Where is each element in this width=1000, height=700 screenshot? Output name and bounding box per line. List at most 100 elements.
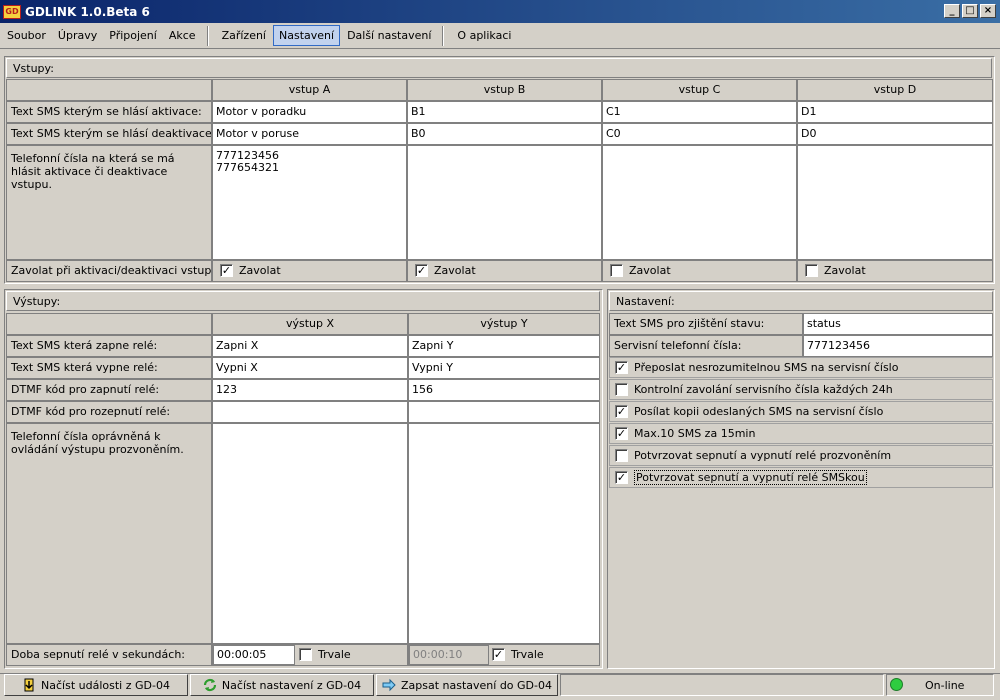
deactivation-input-c[interactable]: C0 xyxy=(602,123,797,145)
inputs-header-blank xyxy=(6,79,212,101)
activation-input-a[interactable]: Motor v poradku xyxy=(212,101,407,123)
call-checkbox-c[interactable]: Zavolat xyxy=(610,264,671,277)
call-checkbox-d[interactable]: Zavolat xyxy=(805,264,866,277)
dtmf-on-input-y[interactable]: 156 xyxy=(408,379,600,401)
column-header-vystup-y: výstup Y xyxy=(408,313,600,335)
option-control-call[interactable]: Kontrolní zavolání servisního čísla každ… xyxy=(609,379,993,400)
write-settings-button[interactable]: Zapsat nastavení do GD-04 xyxy=(376,674,558,696)
activation-input-b[interactable]: B1 xyxy=(407,101,602,123)
checkbox-icon xyxy=(615,383,628,396)
column-header-vstup-c: vstup C xyxy=(602,79,797,101)
close-button[interactable]: × xyxy=(980,4,996,18)
dtmf-on-input-x[interactable]: 123 xyxy=(212,379,408,401)
on-sms-input-x[interactable]: Zapni X xyxy=(212,335,408,357)
permanent-checkbox-y[interactable]: ✓ Trvale xyxy=(492,648,544,661)
checkbox-icon: ✓ xyxy=(615,405,628,418)
option-confirm-sms[interactable]: ✓ Potvrzovat sepnutí a vypnutí relé SMSk… xyxy=(609,467,993,488)
right-arrow-icon xyxy=(382,678,396,692)
call-label-a: Zavolat xyxy=(239,264,281,277)
permanent-checkbox-x[interactable]: Trvale xyxy=(299,648,351,661)
call-checkbox-a[interactable]: ✓ Zavolat xyxy=(220,264,281,277)
app-logo-icon: GD xyxy=(3,4,21,19)
checkbox-icon xyxy=(805,264,818,277)
row-label-duration: Doba sepnutí relé v sekundách: xyxy=(6,644,212,666)
phones-textarea-c[interactable] xyxy=(602,145,797,260)
duration-input-x[interactable]: 00:00:05 xyxy=(213,645,295,665)
activation-input-c[interactable]: C1 xyxy=(602,101,797,123)
status-sms-input[interactable]: status xyxy=(803,313,993,335)
checkbox-icon xyxy=(615,449,628,462)
checkbox-icon: ✓ xyxy=(615,361,628,374)
call-checkbox-b[interactable]: ✓ Zavolat xyxy=(415,264,476,277)
checkbox-icon: ✓ xyxy=(615,471,628,484)
row-label-dtmf-off: DTMF kód pro rozepnutí relé: xyxy=(6,401,212,423)
outputs-panel-title: Výstupy: xyxy=(6,291,600,311)
option-max-sms[interactable]: ✓ Max.10 SMS za 15min xyxy=(609,423,993,444)
row-label-off-sms: Text SMS která vypne relé: xyxy=(6,357,212,379)
menu-bar: Soubor Úpravy Připojení Akce Zařízení Na… xyxy=(0,23,1000,49)
write-settings-label: Zapsat nastavení do GD-04 xyxy=(400,678,552,692)
checkbox-icon: ✓ xyxy=(492,648,505,661)
title-bar: GD GDLINK 1.0.Beta 6 _ □ × xyxy=(0,0,1000,23)
checkbox-icon xyxy=(299,648,312,661)
deactivation-input-a[interactable]: Motor v poruse xyxy=(212,123,407,145)
duration-input-y[interactable]: 00:00:10 xyxy=(409,645,489,665)
service-phone-input[interactable]: 777123456 xyxy=(803,335,993,357)
row-label-deactivation: Text SMS kterým se hlásí deaktivace: xyxy=(6,123,212,145)
load-events-label: Načíst události z GD-04 xyxy=(41,678,170,692)
option-label: Potvrzovat sepnutí a vypnutí relé SMSkou xyxy=(634,470,867,485)
off-sms-input-x[interactable]: Vypni X xyxy=(212,357,408,379)
checkbox-icon: ✓ xyxy=(220,264,233,277)
menu-pripojeni[interactable]: Připojení xyxy=(104,26,162,45)
phones-textarea-b[interactable] xyxy=(407,145,602,260)
menu-nastaveni[interactable]: Nastavení xyxy=(273,25,341,46)
menu-soubor[interactable]: Soubor xyxy=(2,26,51,45)
activation-input-d[interactable]: D1 xyxy=(797,101,993,123)
row-label-dtmf-on: DTMF kód pro zapnutí relé: xyxy=(6,379,212,401)
row-label-call: Zavolat při aktivaci/deaktivaci vstupu: xyxy=(6,260,212,282)
phones-textarea-a[interactable]: 777123456 777654321 xyxy=(212,145,407,260)
refresh-icon xyxy=(203,678,217,692)
output-phones-textarea-x[interactable] xyxy=(212,423,408,644)
row-label-activation: Text SMS kterým se hlásí aktivace: xyxy=(6,101,212,123)
checkbox-icon: ✓ xyxy=(415,264,428,277)
option-confirm-call[interactable]: Potvrzovat sepnutí a vypnutí relé prozvo… xyxy=(609,445,993,466)
column-header-vstup-d: vstup D xyxy=(797,79,993,101)
permanent-label-x: Trvale xyxy=(318,648,351,661)
maximize-button[interactable]: □ xyxy=(962,4,978,18)
row-label-phones: Telefonní čísla na která se má hlásit ak… xyxy=(6,145,212,260)
menu-o-aplikaci[interactable]: O aplikaci xyxy=(452,26,516,45)
menu-separator xyxy=(206,25,209,46)
dtmf-off-input-y[interactable] xyxy=(408,401,600,423)
checkbox-icon xyxy=(610,264,623,277)
inputs-panel-title: Vstupy: xyxy=(6,58,992,78)
row-label-output-phones: Telefonní čísla oprávněná k ovládání výs… xyxy=(6,423,212,644)
menu-separator xyxy=(442,25,445,46)
deactivation-input-d[interactable]: D0 xyxy=(797,123,993,145)
minimize-button[interactable]: _ xyxy=(944,4,960,18)
option-label: Posílat kopii odeslaných SMS na servisní… xyxy=(634,405,884,418)
option-copy-sms[interactable]: ✓ Posílat kopii odeslaných SMS na servis… xyxy=(609,401,993,422)
output-phones-textarea-y[interactable] xyxy=(408,423,600,644)
on-sms-input-y[interactable]: Zapni Y xyxy=(408,335,600,357)
call-label-c: Zavolat xyxy=(629,264,671,277)
option-label: Přeposlat nesrozumitelnou SMS na servisn… xyxy=(634,361,899,374)
menu-akce[interactable]: Akce xyxy=(164,26,201,45)
menu-upravy[interactable]: Úpravy xyxy=(53,26,102,45)
dtmf-off-input-x[interactable] xyxy=(212,401,408,423)
load-settings-label: Načíst nastavení z GD-04 xyxy=(221,678,362,692)
option-forward-sms[interactable]: ✓ Přeposlat nesrozumitelnou SMS na servi… xyxy=(609,357,993,378)
column-header-vstup-b: vstup B xyxy=(407,79,602,101)
status-panel-blank xyxy=(560,674,884,696)
menu-zarizeni[interactable]: Zařízení xyxy=(217,26,271,45)
off-sms-input-y[interactable]: Vypni Y xyxy=(408,357,600,379)
deactivation-input-b[interactable]: B0 xyxy=(407,123,602,145)
load-events-button[interactable]: Načíst události z GD-04 xyxy=(4,674,188,696)
menu-dalsi-nastaveni[interactable]: Další nastavení xyxy=(342,26,436,45)
column-header-vystup-x: výstup X xyxy=(212,313,408,335)
load-settings-button[interactable]: Načíst nastavení z GD-04 xyxy=(190,674,374,696)
call-label-d: Zavolat xyxy=(824,264,866,277)
phones-textarea-d[interactable] xyxy=(797,145,993,260)
download-arrow-icon xyxy=(24,678,34,692)
option-label: Max.10 SMS za 15min xyxy=(634,427,756,440)
